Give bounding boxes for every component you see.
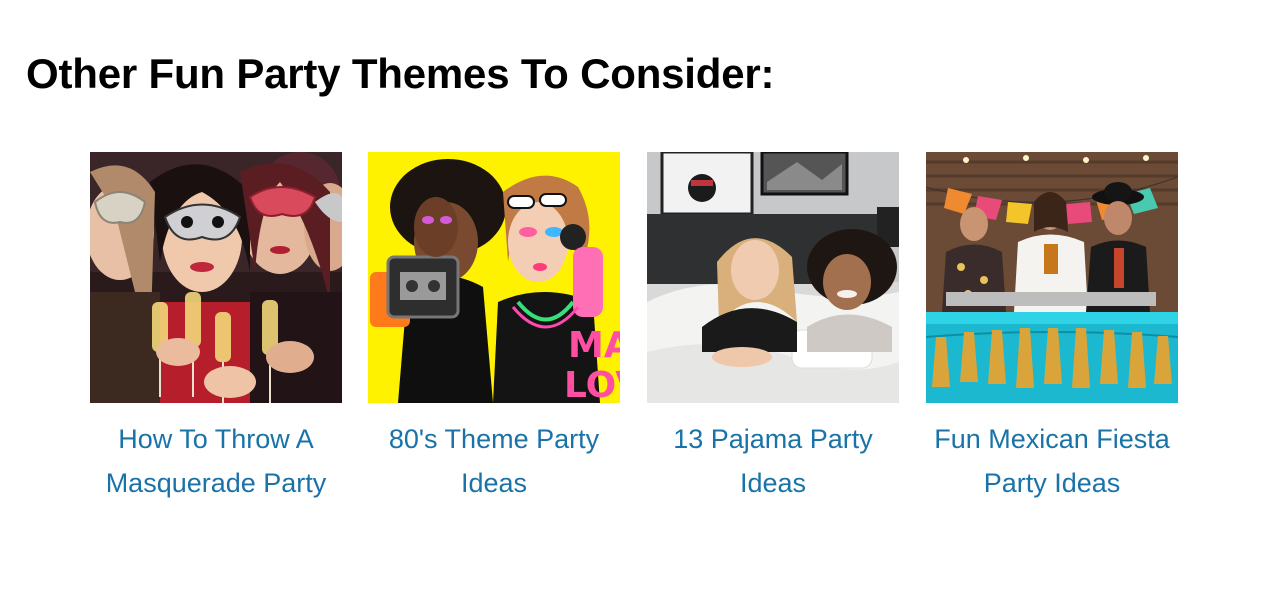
card-mexican-fiesta-party[interactable]: Fun Mexican Fiesta Party Ideas: [926, 152, 1178, 505]
shirt-text: LOV: [564, 365, 620, 403]
title-line: How To Throw A: [118, 424, 314, 454]
title-line: Fun Mexican Fiesta: [934, 424, 1170, 454]
masquerade-party-link[interactable]: How To Throw A Masquerade Party: [90, 417, 342, 505]
shirt-text: MA: [568, 325, 620, 366]
eighties-photo-icon: MA LOV: [368, 152, 620, 403]
card-pajama-party[interactable]: 13 Pajama Party Ideas: [647, 152, 899, 505]
pajama-party-link[interactable]: 13 Pajama Party Ideas: [647, 417, 899, 505]
card-eighties-party[interactable]: MA LOV 80's Theme Party Ideas: [368, 152, 620, 505]
masquerade-party-image[interactable]: [90, 152, 342, 403]
eighties-party-link[interactable]: 80's Theme Party Ideas: [368, 417, 620, 505]
title-line: 13 Pajama Party: [673, 424, 873, 454]
pajama-photo-icon: [647, 152, 899, 403]
title-line: 80's Theme Party: [388, 424, 600, 454]
section-title: Other Fun Party Themes To Consider:: [26, 50, 775, 97]
title-line: Ideas: [739, 468, 807, 498]
pajama-party-image[interactable]: [647, 152, 899, 403]
eighties-party-image[interactable]: MA LOV: [368, 152, 620, 403]
fiesta-photo-icon: [926, 152, 1178, 403]
masquerade-photo-icon: [90, 152, 342, 403]
title-line: Ideas: [460, 468, 528, 498]
title-line: Masquerade Party: [105, 468, 327, 498]
title-line: Party Ideas: [983, 468, 1121, 498]
mexican-fiesta-party-image[interactable]: [926, 152, 1178, 403]
mexican-fiesta-party-link[interactable]: Fun Mexican Fiesta Party Ideas: [926, 417, 1178, 505]
card-masquerade-party[interactable]: How To Throw A Masquerade Party: [90, 152, 342, 505]
